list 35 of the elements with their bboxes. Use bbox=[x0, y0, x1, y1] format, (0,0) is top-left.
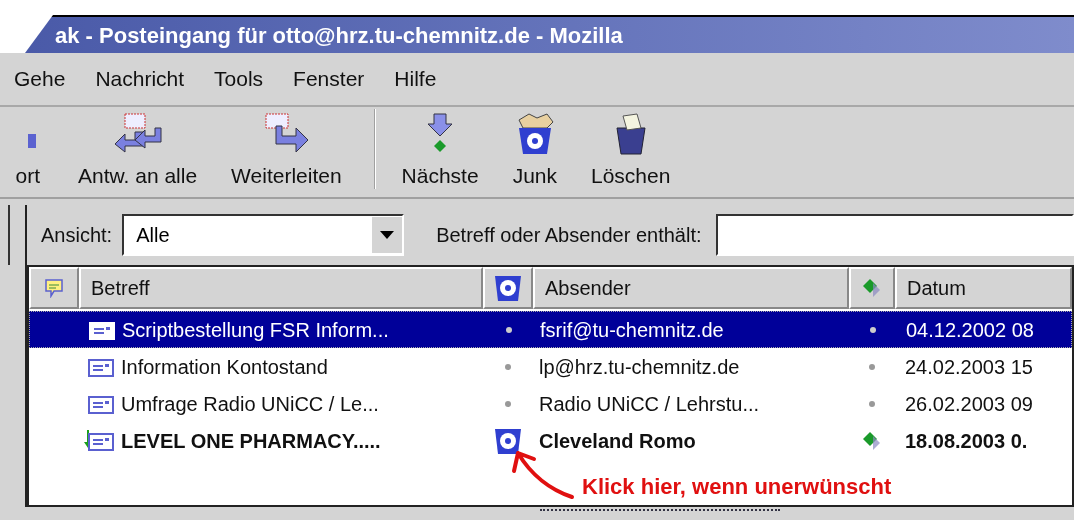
message-row[interactable]: Umfrage Radio UNiCC / Le... Radio UNiCC / Lehrstu... 26.02.2003 09 bbox=[29, 385, 1072, 422]
menu-item[interactable]: Nachricht bbox=[95, 63, 185, 95]
annotation-text: Klick hier, wenn unerwünscht bbox=[582, 473, 892, 501]
menu-item[interactable]: Hilfe bbox=[394, 63, 437, 95]
subject-text: LEVEL ONE PHARMACY..... bbox=[121, 428, 381, 454]
message-row[interactable]: LEVEL ONE PHARMACY..... Cleveland Romo 18.08.2003 0. bbox=[29, 422, 1072, 459]
toolbar-button[interactable]: Weiterleiten bbox=[217, 111, 356, 191]
window-title: ak - Posteingang für otto@hrz.tu-chemnitz.de - Mozilla bbox=[54, 21, 623, 50]
message-row[interactable]: Scriptbestellung FSR Inform... fsrif@tu-chemnitz.de 04.12.2002 08 bbox=[29, 311, 1072, 348]
date-text: 24.02.2003 15 bbox=[905, 355, 1033, 378]
toolbar-button[interactable]: Antw. an alle bbox=[64, 111, 212, 191]
column-header[interactable]: Absender bbox=[533, 267, 849, 309]
menu-item[interactable]: Gehe bbox=[14, 63, 66, 95]
column-header[interactable]: Betreff bbox=[79, 267, 483, 309]
date-text: 18.08.2003 0. bbox=[905, 429, 1028, 452]
date-text: 04.12.2002 08 bbox=[906, 318, 1034, 341]
toolbar-button[interactable]: Nächste bbox=[387, 111, 493, 191]
toolbar-button[interactable]: Junk bbox=[498, 111, 571, 191]
message-row[interactable]: Information Kontostand lp@hrz.tu-chemnitz.de 24.02.2003 15 bbox=[29, 348, 1072, 385]
menu-item[interactable]: Tools bbox=[214, 63, 264, 95]
menu-item[interactable]: Fenster bbox=[293, 63, 365, 95]
view-dropdown[interactable]: Alle bbox=[122, 214, 405, 256]
subject-text: Scriptbestellung FSR Inform... bbox=[122, 317, 389, 343]
view-label: Ansicht: bbox=[41, 223, 113, 248]
sender-text: fsrif@tu-chemnitz.de bbox=[540, 318, 724, 341]
sender-text: lp@hrz.tu-chemnitz.de bbox=[539, 355, 740, 378]
toolbar-button[interactable]: Löschen bbox=[577, 111, 685, 191]
toolbar-button[interactable]: ort bbox=[0, 125, 40, 191]
sender-text: Cleveland Romo bbox=[539, 429, 696, 452]
subject-text: Umfrage Radio UNiCC / Le... bbox=[121, 391, 379, 417]
sender-text: Radio UNiCC / Lehrstu... bbox=[539, 392, 760, 415]
search-label: Betreff oder Absender enthält: bbox=[436, 223, 702, 248]
date-text: 26.02.2003 09 bbox=[905, 392, 1033, 415]
subject-text: Information Kontostand bbox=[121, 354, 328, 380]
column-header[interactable]: Datum bbox=[895, 267, 1072, 309]
